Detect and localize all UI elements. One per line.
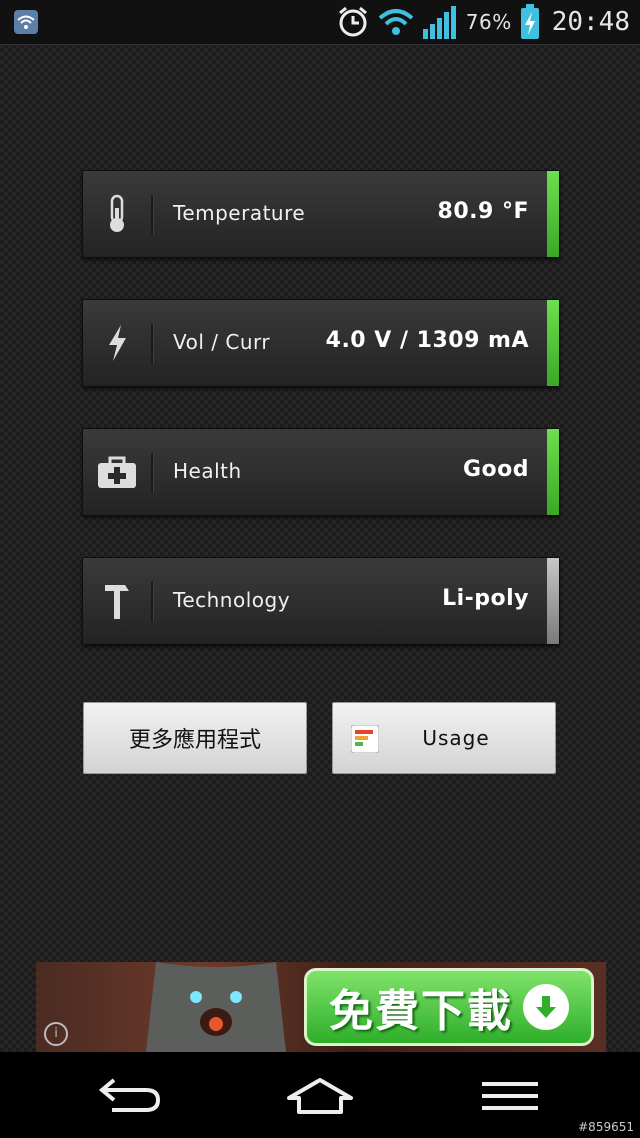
usage-label: Usage xyxy=(422,726,490,750)
menu-icon[interactable] xyxy=(470,1074,550,1118)
more-apps-button[interactable]: 更多應用程式 xyxy=(83,702,307,774)
signal-icon xyxy=(422,6,456,39)
technology-label: Technology xyxy=(173,588,291,612)
alarm-icon xyxy=(338,6,367,37)
temperature-indicator xyxy=(547,171,559,257)
wifi-notification-icon xyxy=(14,10,38,34)
ad-info-icon[interactable]: i xyxy=(44,1022,68,1046)
status-bar: 76% 20:48 xyxy=(0,0,640,45)
ad-banner[interactable]: i 免費下載 xyxy=(36,962,606,1052)
voltage-current-card: Vol / Curr 4.0 V / 1309 mA xyxy=(82,299,560,387)
divider xyxy=(151,453,154,493)
health-value: Good xyxy=(462,457,529,482)
wifi-icon xyxy=(378,9,414,35)
navigation-bar xyxy=(0,1052,640,1138)
health-label: Health xyxy=(173,459,242,483)
technology-indicator xyxy=(547,558,559,644)
monster-image xyxy=(146,962,286,1052)
battery-charging-icon xyxy=(520,4,539,39)
usage-button[interactable]: Usage xyxy=(332,702,556,774)
voltage-current-value: 4.0 V / 1309 mA xyxy=(325,328,529,353)
voltage-current-label: Vol / Curr xyxy=(173,330,271,354)
temperature-label: Temperature xyxy=(173,201,306,225)
divider xyxy=(151,582,154,622)
download-arrow-icon xyxy=(523,984,569,1030)
download-button[interactable]: 免費下載 xyxy=(304,968,594,1046)
technology-value: Li-poly xyxy=(442,586,529,611)
temperature-card: Temperature 80.9 °F xyxy=(82,170,560,258)
battery-percent: 76% xyxy=(465,10,512,34)
technology-card: Technology Li-poly xyxy=(82,557,560,645)
temperature-value: 80.9 °F xyxy=(437,199,529,224)
usage-chart-icon xyxy=(351,725,379,753)
first-aid-kit-icon xyxy=(95,450,139,494)
voltage-current-indicator xyxy=(547,300,559,386)
thermometer-icon xyxy=(95,192,139,236)
home-icon[interactable] xyxy=(280,1074,360,1118)
divider xyxy=(151,195,154,235)
more-apps-label: 更多應用程式 xyxy=(128,728,261,753)
divider xyxy=(151,324,154,364)
back-icon[interactable] xyxy=(90,1074,170,1118)
clock: 20:48 xyxy=(551,7,630,37)
health-indicator xyxy=(547,429,559,515)
watermark: #859651 xyxy=(578,1120,634,1134)
hammer-icon xyxy=(95,579,139,623)
download-label: 免費下載 xyxy=(329,986,513,1037)
health-card: Health Good xyxy=(82,428,560,516)
lightning-icon xyxy=(95,321,139,365)
